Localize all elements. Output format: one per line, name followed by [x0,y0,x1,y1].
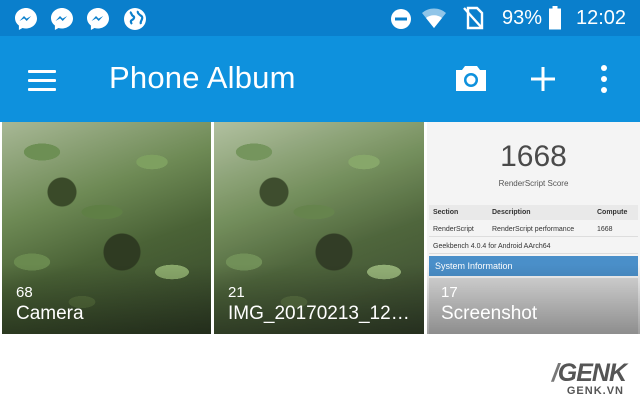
album-count: 21 [228,284,245,301]
album-tile-camera[interactable]: 68 Camera [2,122,211,334]
table-header-cell: Description [492,209,531,216]
album-name: Screenshot [441,303,538,324]
benchmark-table-header: Section Description Compute [429,205,638,220]
battery-icon [549,6,561,30]
clock: 12:02 [576,7,627,29]
watermark-logo: /GENK [551,359,627,387]
benchmark-score-label: RenderScript Score [498,179,569,188]
table-row: RenderScript RenderScript performance 16… [429,222,638,237]
table-header-cell: Section [433,209,459,216]
phone-screen: 93% 12:02 Phone Album 68 Camera 21 IMG_2… [0,0,640,402]
table-cell: 1668 [597,226,613,233]
album-name: Camera [16,303,84,324]
table-cell: Geekbench 4.0.4 for Android AArch64 [433,243,551,250]
watermark: /GENK GENK.VN [551,359,627,398]
album-count: 17 [441,284,458,301]
wifi-icon [422,8,446,28]
page-title: Phone Album [109,60,296,95]
album-count: 68 [16,284,33,301]
messenger-icon [51,8,73,30]
album-tile-img[interactable]: 21 IMG_20170213_1202… [214,122,424,334]
album-name: IMG_20170213_1202… [228,303,413,324]
globe-icon [124,8,146,30]
table-header-cell: Compute [597,209,628,216]
add-icon[interactable] [530,66,556,92]
app-bar: Phone Album [0,36,640,122]
battery-percent: 93% [502,7,543,29]
no-sim-icon [463,6,484,30]
album-grid: 68 Camera 21 IMG_20170213_1202… 1668 Ren… [0,122,640,334]
album-tile-screenshot[interactable]: 1668 RenderScript Score Section Descript… [427,122,640,334]
table-cell: RenderScript performance [492,226,575,233]
camera-icon[interactable] [454,63,488,93]
menu-icon[interactable] [28,70,56,92]
do-not-disturb-icon [391,9,411,29]
benchmark-score: 1668 [500,140,567,173]
messenger-icon [87,8,109,30]
more-vert-icon[interactable] [599,63,609,95]
table-row: Geekbench 4.0.4 for Android AArch64 [429,239,638,254]
table-cell: RenderScript [433,226,474,233]
messenger-icon [15,8,37,30]
status-bar: 93% 12:02 [0,0,640,36]
